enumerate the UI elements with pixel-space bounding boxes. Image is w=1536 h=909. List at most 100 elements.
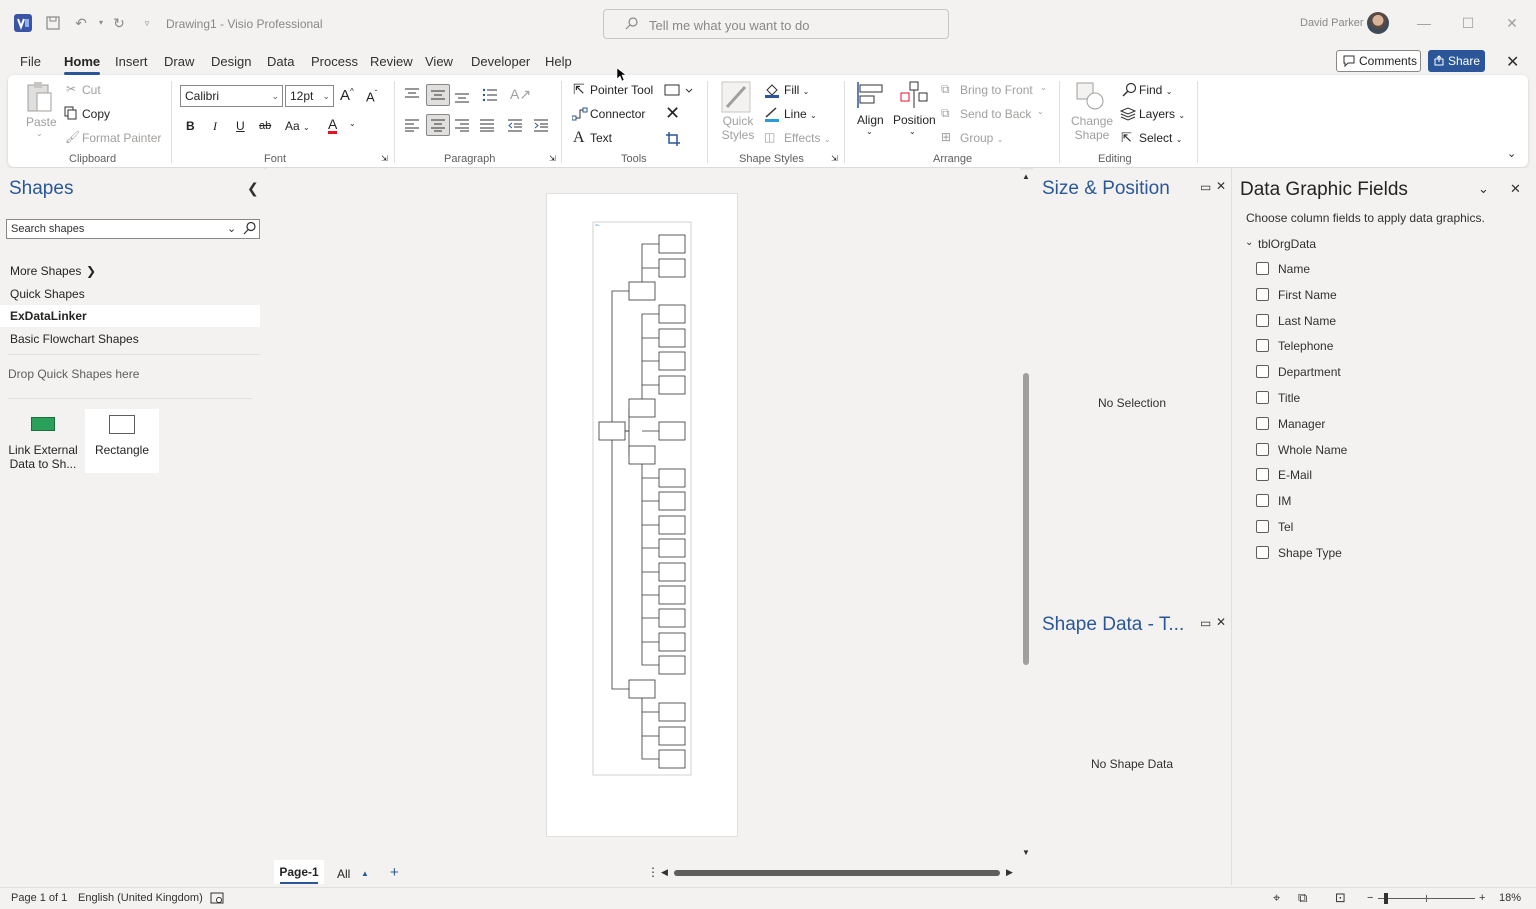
- org-chart-leaf-box[interactable]: [658, 328, 686, 348]
- page-tab-page-1[interactable]: Page-1: [274, 860, 324, 884]
- org-chart-leaf-box[interactable]: [658, 655, 686, 675]
- group-button[interactable]: Group ⌄: [960, 131, 1003, 145]
- org-chart-manager-box[interactable]: [628, 679, 656, 699]
- find-button[interactable]: Find ⌄: [1139, 83, 1172, 97]
- switch-windows-icon[interactable]: ⧉: [1298, 890, 1307, 906]
- org-chart-leaf-box[interactable]: [658, 234, 686, 254]
- align-bottom-icon[interactable]: [454, 90, 470, 104]
- italic-button[interactable]: I: [213, 119, 217, 134]
- pointer-tool-button[interactable]: Pointer Tool: [590, 83, 653, 97]
- crop-tool-icon[interactable]: [665, 131, 681, 147]
- tell-me-search[interactable]: Tell me what you want to do: [603, 9, 949, 39]
- tab-draw[interactable]: Draw: [164, 54, 194, 69]
- more-options-icon[interactable]: ⋮: [647, 865, 659, 879]
- line-button[interactable]: Line ⌄: [784, 107, 817, 121]
- all-pages-caret-icon[interactable]: ▲: [361, 869, 369, 878]
- strikethrough-button[interactable]: ab: [259, 120, 271, 132]
- decrease-indent-icon[interactable]: [507, 118, 523, 132]
- undo-dropdown-icon[interactable]: ▾: [92, 14, 110, 32]
- tab-insert[interactable]: Insert: [115, 54, 148, 69]
- pane-close-icon[interactable]: ✕: [1216, 615, 1226, 629]
- rectangle-tool-icon[interactable]: [664, 84, 694, 96]
- checkbox[interactable]: [1256, 468, 1269, 482]
- bring-to-front-button[interactable]: Bring to Front: [960, 83, 1033, 97]
- org-chart-leaf-box[interactable]: [658, 258, 686, 278]
- pane-close-icon[interactable]: ✕: [1216, 179, 1226, 193]
- checkbox[interactable]: [1256, 520, 1269, 533]
- org-chart-leaf-box[interactable]: [658, 632, 686, 652]
- tab-file[interactable]: File: [20, 54, 41, 69]
- presentation-mode-icon[interactable]: ⊡: [1335, 890, 1346, 906]
- org-chart-leaf-box[interactable]: [658, 421, 686, 441]
- paragraph-dialog-launcher-icon[interactable]: ⇲: [549, 154, 556, 163]
- change-shape-button[interactable]: Change Shape: [1071, 114, 1113, 142]
- quick-styles-icon[interactable]: [721, 81, 751, 113]
- shape-styles-dialog-launcher-icon[interactable]: ⇲: [831, 154, 838, 163]
- org-chart-leaf-box[interactable]: [658, 749, 686, 769]
- fill-button[interactable]: Fill ⌄: [784, 83, 809, 97]
- macro-recorder-icon[interactable]: [210, 891, 224, 905]
- tab-process[interactable]: Process: [311, 54, 358, 69]
- checkbox[interactable]: [1256, 416, 1269, 430]
- org-chart-leaf-box[interactable]: [658, 702, 686, 722]
- paste-button[interactable]: Paste: [26, 115, 57, 129]
- pane-maximize-icon[interactable]: ▭: [1200, 180, 1211, 194]
- redo-icon[interactable]: ↻: [110, 14, 128, 32]
- align-dropdown-icon[interactable]: ⌄: [866, 127, 873, 136]
- connector-button[interactable]: Connector: [590, 107, 645, 121]
- tab-help[interactable]: Help: [545, 54, 572, 69]
- chevron-down-icon[interactable]: ⌄: [227, 220, 236, 238]
- org-chart-leaf-box[interactable]: [658, 515, 686, 535]
- format-painter-button[interactable]: Format Painter: [82, 131, 161, 145]
- align-left-icon[interactable]: [404, 118, 420, 132]
- position-dropdown-icon[interactable]: ⌄: [909, 127, 916, 136]
- checkbox[interactable]: [1256, 545, 1269, 559]
- checkbox[interactable]: [1256, 365, 1269, 379]
- paste-icon[interactable]: [25, 81, 53, 113]
- scroll-up-icon[interactable]: ▲: [1022, 172, 1030, 181]
- tab-view[interactable]: View: [425, 54, 453, 69]
- search-shapes-input[interactable]: Search shapes ⌄: [6, 219, 260, 239]
- drawing-canvas[interactable]: title: [266, 168, 1020, 858]
- add-page-icon[interactable]: +: [390, 864, 399, 881]
- language-status[interactable]: English (United Kingdom): [78, 892, 203, 904]
- connection-point-icon[interactable]: ✕: [665, 103, 680, 124]
- paste-dropdown-icon[interactable]: ⌄: [36, 129, 43, 138]
- vertical-scrollbar[interactable]: ▲ ▼: [1020, 168, 1032, 858]
- tab-home[interactable]: Home: [64, 54, 101, 75]
- justify-icon[interactable]: [479, 118, 495, 132]
- checkbox[interactable]: [1256, 391, 1269, 404]
- comments-button[interactable]: Comments: [1336, 50, 1421, 72]
- undo-icon[interactable]: ↶: [72, 14, 90, 32]
- zoom-slider-thumb[interactable]: [1384, 893, 1388, 904]
- more-shapes-item[interactable]: More Shapes ❯: [0, 260, 260, 282]
- exdatalinker-stencil-item[interactable]: ExDataLinker: [0, 305, 260, 327]
- text-tool-button[interactable]: Text: [590, 131, 612, 145]
- share-button[interactable]: Share: [1428, 50, 1485, 72]
- close-window-icon[interactable]: ✕: [1502, 13, 1522, 33]
- bold-button[interactable]: B: [186, 119, 195, 133]
- expand-table-chevron-icon[interactable]: ⌄: [1245, 237, 1253, 248]
- shrink-font-button[interactable]: Aˇ: [366, 89, 377, 104]
- horizontal-scroll-thumb[interactable]: [674, 870, 1000, 876]
- font-dialog-launcher-icon[interactable]: ⇲: [381, 154, 388, 163]
- checkbox[interactable]: [1256, 313, 1269, 327]
- all-pages-button[interactable]: All: [337, 867, 350, 881]
- search-icon[interactable]: [243, 221, 257, 235]
- font-color-button[interactable]: A: [328, 117, 338, 134]
- align-top-icon[interactable]: [404, 87, 420, 101]
- org-chart-leaf-box[interactable]: [658, 491, 686, 511]
- maximize-icon[interactable]: ☐: [1458, 13, 1478, 33]
- effects-button[interactable]: Effects ⌄: [784, 131, 831, 145]
- tab-design[interactable]: Design: [211, 54, 251, 69]
- tab-developer[interactable]: Developer: [471, 54, 530, 69]
- increase-indent-icon[interactable]: [533, 118, 549, 132]
- align-middle-icon[interactable]: [426, 84, 450, 106]
- user-name[interactable]: David Parker: [1300, 17, 1364, 29]
- org-chart-leaf-box[interactable]: [658, 726, 686, 746]
- select-button[interactable]: Select ⌄: [1139, 131, 1182, 145]
- customize-qat-icon[interactable]: ▿: [138, 14, 156, 32]
- checkbox[interactable]: [1256, 287, 1269, 301]
- save-icon[interactable]: [44, 14, 62, 32]
- grow-font-button[interactable]: A^: [340, 87, 354, 104]
